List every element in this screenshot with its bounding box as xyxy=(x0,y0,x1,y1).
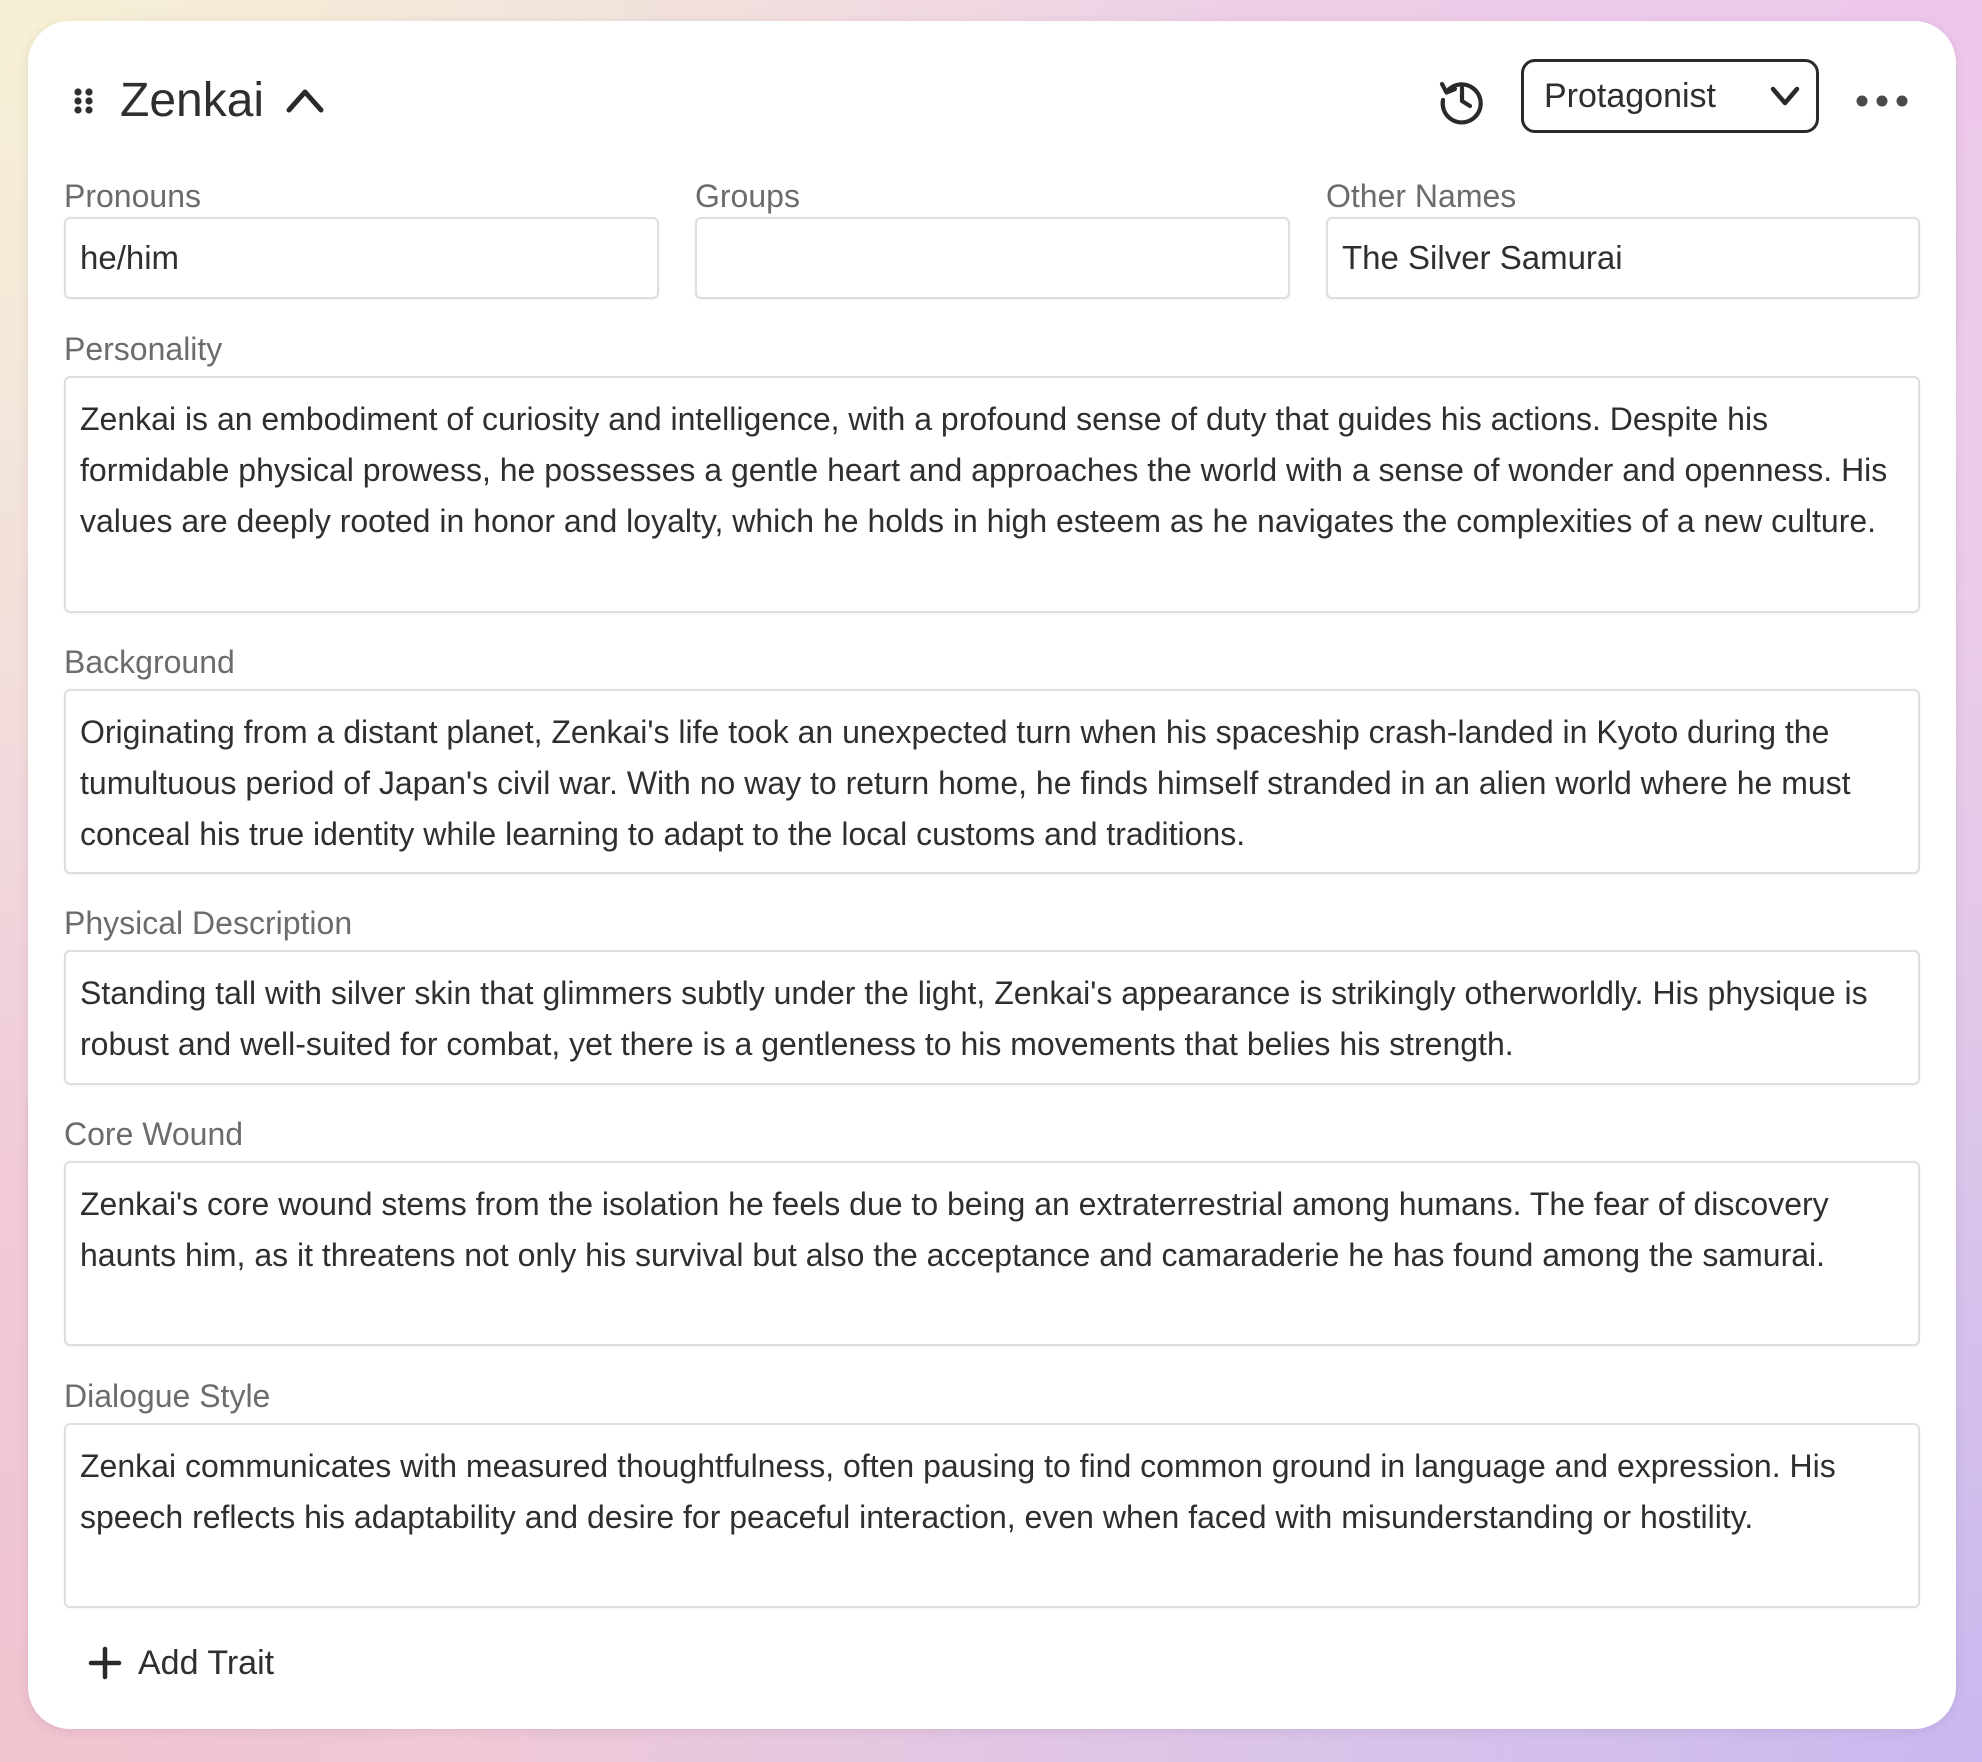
character-card: Zenkai Protagonist Pronouns he/him Group… xyxy=(28,21,1956,1729)
pronouns-label: Pronouns xyxy=(64,178,201,214)
trait-textarea-dialogue-style[interactable]: Zenkai communicates with measured though… xyxy=(64,1423,1920,1608)
role-select-value: Protagonist xyxy=(1544,77,1716,115)
trait-textarea-core-wound[interactable]: Zenkai's core wound stems from the isola… xyxy=(64,1161,1920,1346)
groups-label: Groups xyxy=(695,178,800,214)
role-select[interactable]: Protagonist xyxy=(1521,59,1819,133)
chevron-up-icon[interactable] xyxy=(281,76,329,124)
trait-label-background: Background xyxy=(64,644,235,680)
history-icon[interactable] xyxy=(1434,72,1490,128)
character-name[interactable]: Zenkai xyxy=(120,73,264,129)
trait-textarea-background[interactable]: Originating from a distant planet, Zenka… xyxy=(64,689,1920,874)
trait-textarea-personality[interactable]: Zenkai is an embodiment of curiosity and… xyxy=(64,376,1920,613)
trait-label-physical-description: Physical Description xyxy=(64,905,353,941)
chevron-down-icon xyxy=(1768,82,1802,110)
more-horizontal-icon[interactable] xyxy=(1854,89,1910,113)
add-trait-button[interactable]: Add Trait xyxy=(88,1639,274,1687)
drag-handle-icon[interactable] xyxy=(72,87,96,115)
trait-textarea-physical-description[interactable]: Standing tall with silver skin that glim… xyxy=(64,950,1920,1085)
groups-input[interactable] xyxy=(695,217,1290,299)
trait-label-core-wound: Core Wound xyxy=(64,1116,244,1152)
other-names-input[interactable]: The Silver Samurai xyxy=(1326,217,1920,299)
trait-label-personality: Personality xyxy=(64,331,223,367)
trait-label-dialogue-style: Dialogue Style xyxy=(64,1378,271,1414)
other-names-label: Other Names xyxy=(1326,178,1517,214)
add-trait-label: Add Trait xyxy=(138,1643,275,1682)
plus-icon xyxy=(88,1646,122,1680)
pronouns-input[interactable]: he/him xyxy=(64,217,659,299)
